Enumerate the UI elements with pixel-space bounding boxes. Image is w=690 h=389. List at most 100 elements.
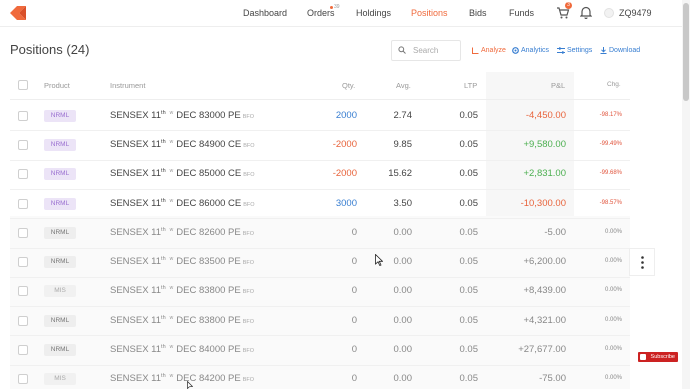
avg-value: 15.62 <box>388 168 412 180</box>
bell-icon[interactable] <box>580 6 592 19</box>
instrument-name[interactable]: SENSEX 11th w DEC 86000 CE BFO <box>110 198 255 209</box>
qty-value: 0 <box>351 285 357 297</box>
analyze-icon <box>472 47 479 54</box>
table-header <box>10 72 630 100</box>
play-icon <box>640 354 646 360</box>
row-checkbox[interactable] <box>18 345 28 356</box>
change-percent: 0.00% <box>604 287 622 294</box>
row-divider <box>10 247 630 249</box>
product-tag: NRML <box>44 109 76 122</box>
row-checkbox[interactable] <box>18 286 28 297</box>
instrument-name[interactable]: SENSEX 11th w DEC 83800 PE BFO <box>110 315 254 326</box>
exchange-label: BFO <box>242 318 255 325</box>
orders-dot-icon <box>330 6 333 9</box>
weekly-marker: w <box>169 373 174 380</box>
weekly-marker: w <box>169 226 174 233</box>
instrument-prefix: SENSEX 11 <box>110 226 162 238</box>
exchange-label: BFO <box>242 348 255 355</box>
nav-orders[interactable]: Orders <box>307 8 335 18</box>
nav-dashboard[interactable]: Dashboard <box>243 8 287 18</box>
instrument-name[interactable]: SENSEX 11th w DEC 83500 PE BFO <box>110 256 254 267</box>
exchange-label: BFO <box>243 142 255 149</box>
row-divider <box>10 276 630 278</box>
product-tag: NRML <box>44 314 76 327</box>
header-qty[interactable]: Qty. <box>342 81 355 90</box>
header-avg[interactable]: Avg. <box>396 81 411 90</box>
weekly-marker: w <box>169 256 174 263</box>
header-pnl[interactable]: P&L <box>551 81 565 90</box>
avg-value: 9.85 <box>393 138 413 150</box>
instrument-name[interactable]: SENSEX 11th w DEC 84200 PE BFO <box>110 373 254 384</box>
row-checkbox[interactable] <box>18 110 28 121</box>
instrument-name[interactable]: SENSEX 11th w DEC 82600 PE BFO <box>110 227 254 238</box>
row-checkbox[interactable] <box>18 257 28 268</box>
nav-positions[interactable]: Positions <box>411 8 448 18</box>
row-checkbox[interactable] <box>18 315 28 326</box>
scrollbar-thumb[interactable] <box>683 3 689 101</box>
user-id-label[interactable]: ZQ9479 <box>619 8 652 18</box>
change-percent: 0.00% <box>604 316 622 323</box>
weekly-marker: w <box>169 168 174 175</box>
select-all-checkbox[interactable] <box>18 80 28 90</box>
instrument-name[interactable]: SENSEX 11th w DEC 85000 CE BFO <box>110 168 255 179</box>
instrument-name[interactable]: SENSEX 11th w DEC 84900 CE BFO <box>110 139 255 150</box>
instrument-name[interactable]: SENSEX 11th w DEC 83000 PE BFO <box>110 110 254 121</box>
analyze-button[interactable]: Analyze <box>472 47 506 54</box>
download-icon <box>600 47 607 54</box>
nav-holdings[interactable]: Holdings <box>356 8 391 18</box>
settings-button[interactable]: Settings <box>557 47 592 54</box>
header-product[interactable]: Product <box>44 81 70 90</box>
pnl-value: +9,580.00 <box>523 138 566 150</box>
instrument-name[interactable]: SENSEX 11th w DEC 83800 PE BFO <box>110 285 254 296</box>
closed-positions-section <box>10 216 630 389</box>
avg-value: 0.00 <box>393 373 413 385</box>
avg-value: 0.00 <box>393 314 413 326</box>
avg-value: 3.50 <box>393 197 413 209</box>
exchange-label: BFO <box>242 289 255 296</box>
product-tag: MIS <box>44 285 76 298</box>
row-checkbox[interactable] <box>18 169 28 180</box>
nav-bids[interactable]: Bids <box>469 8 487 18</box>
search-icon <box>398 46 406 54</box>
header-instrument[interactable]: Instrument <box>110 81 145 90</box>
row-checkbox[interactable] <box>18 227 28 238</box>
header-ltp[interactable]: LTP <box>464 81 477 90</box>
change-percent: -99.49% <box>599 140 622 147</box>
instrument-date-suffix: th <box>161 314 166 321</box>
change-percent: 0.00% <box>604 228 622 235</box>
row-checkbox[interactable] <box>18 198 28 209</box>
nav-funds[interactable]: Funds <box>509 8 534 18</box>
instrument-date-suffix: th <box>161 168 166 175</box>
qty-value: 0 <box>351 314 357 326</box>
instrument-contract: DEC 85000 CE <box>176 168 242 180</box>
row-checkbox[interactable] <box>18 374 28 385</box>
ltp-value: 0.05 <box>459 226 479 238</box>
instrument-date-suffix: th <box>161 109 166 116</box>
mouse-cursor-icon <box>187 381 193 389</box>
instrument-contract: DEC 84000 PE <box>176 344 241 356</box>
row-divider <box>10 218 630 220</box>
kite-logo-icon[interactable] <box>10 6 26 20</box>
ltp-value: 0.05 <box>459 168 479 180</box>
instrument-name[interactable]: SENSEX 11th w DEC 84000 PE BFO <box>110 344 254 355</box>
ltp-value: 0.05 <box>459 314 479 326</box>
product-tag: NRML <box>44 344 76 357</box>
avg-value: 2.74 <box>393 109 413 121</box>
instrument-prefix: SENSEX 11 <box>110 197 162 209</box>
weekly-marker: w <box>169 314 174 321</box>
instrument-contract: DEC 84200 PE <box>176 373 241 385</box>
analytics-button[interactable]: Analytics <box>512 47 549 54</box>
avg-value: 0.00 <box>393 256 413 268</box>
header-chg[interactable]: Chg. <box>607 81 621 88</box>
change-percent: -98.17% <box>599 111 622 118</box>
instrument-contract: DEC 83000 PE <box>176 109 241 121</box>
instrument-prefix: SENSEX 11 <box>110 285 162 297</box>
avatar[interactable] <box>604 8 614 18</box>
instrument-prefix: SENSEX 11 <box>110 168 162 180</box>
weekly-marker: w <box>169 197 174 204</box>
row-checkbox[interactable] <box>18 139 28 150</box>
more-options-icon[interactable] <box>641 256 644 269</box>
download-button[interactable]: Download <box>600 47 640 54</box>
pnl-value: +6,200.00 <box>523 256 566 268</box>
row-divider <box>10 188 630 190</box>
